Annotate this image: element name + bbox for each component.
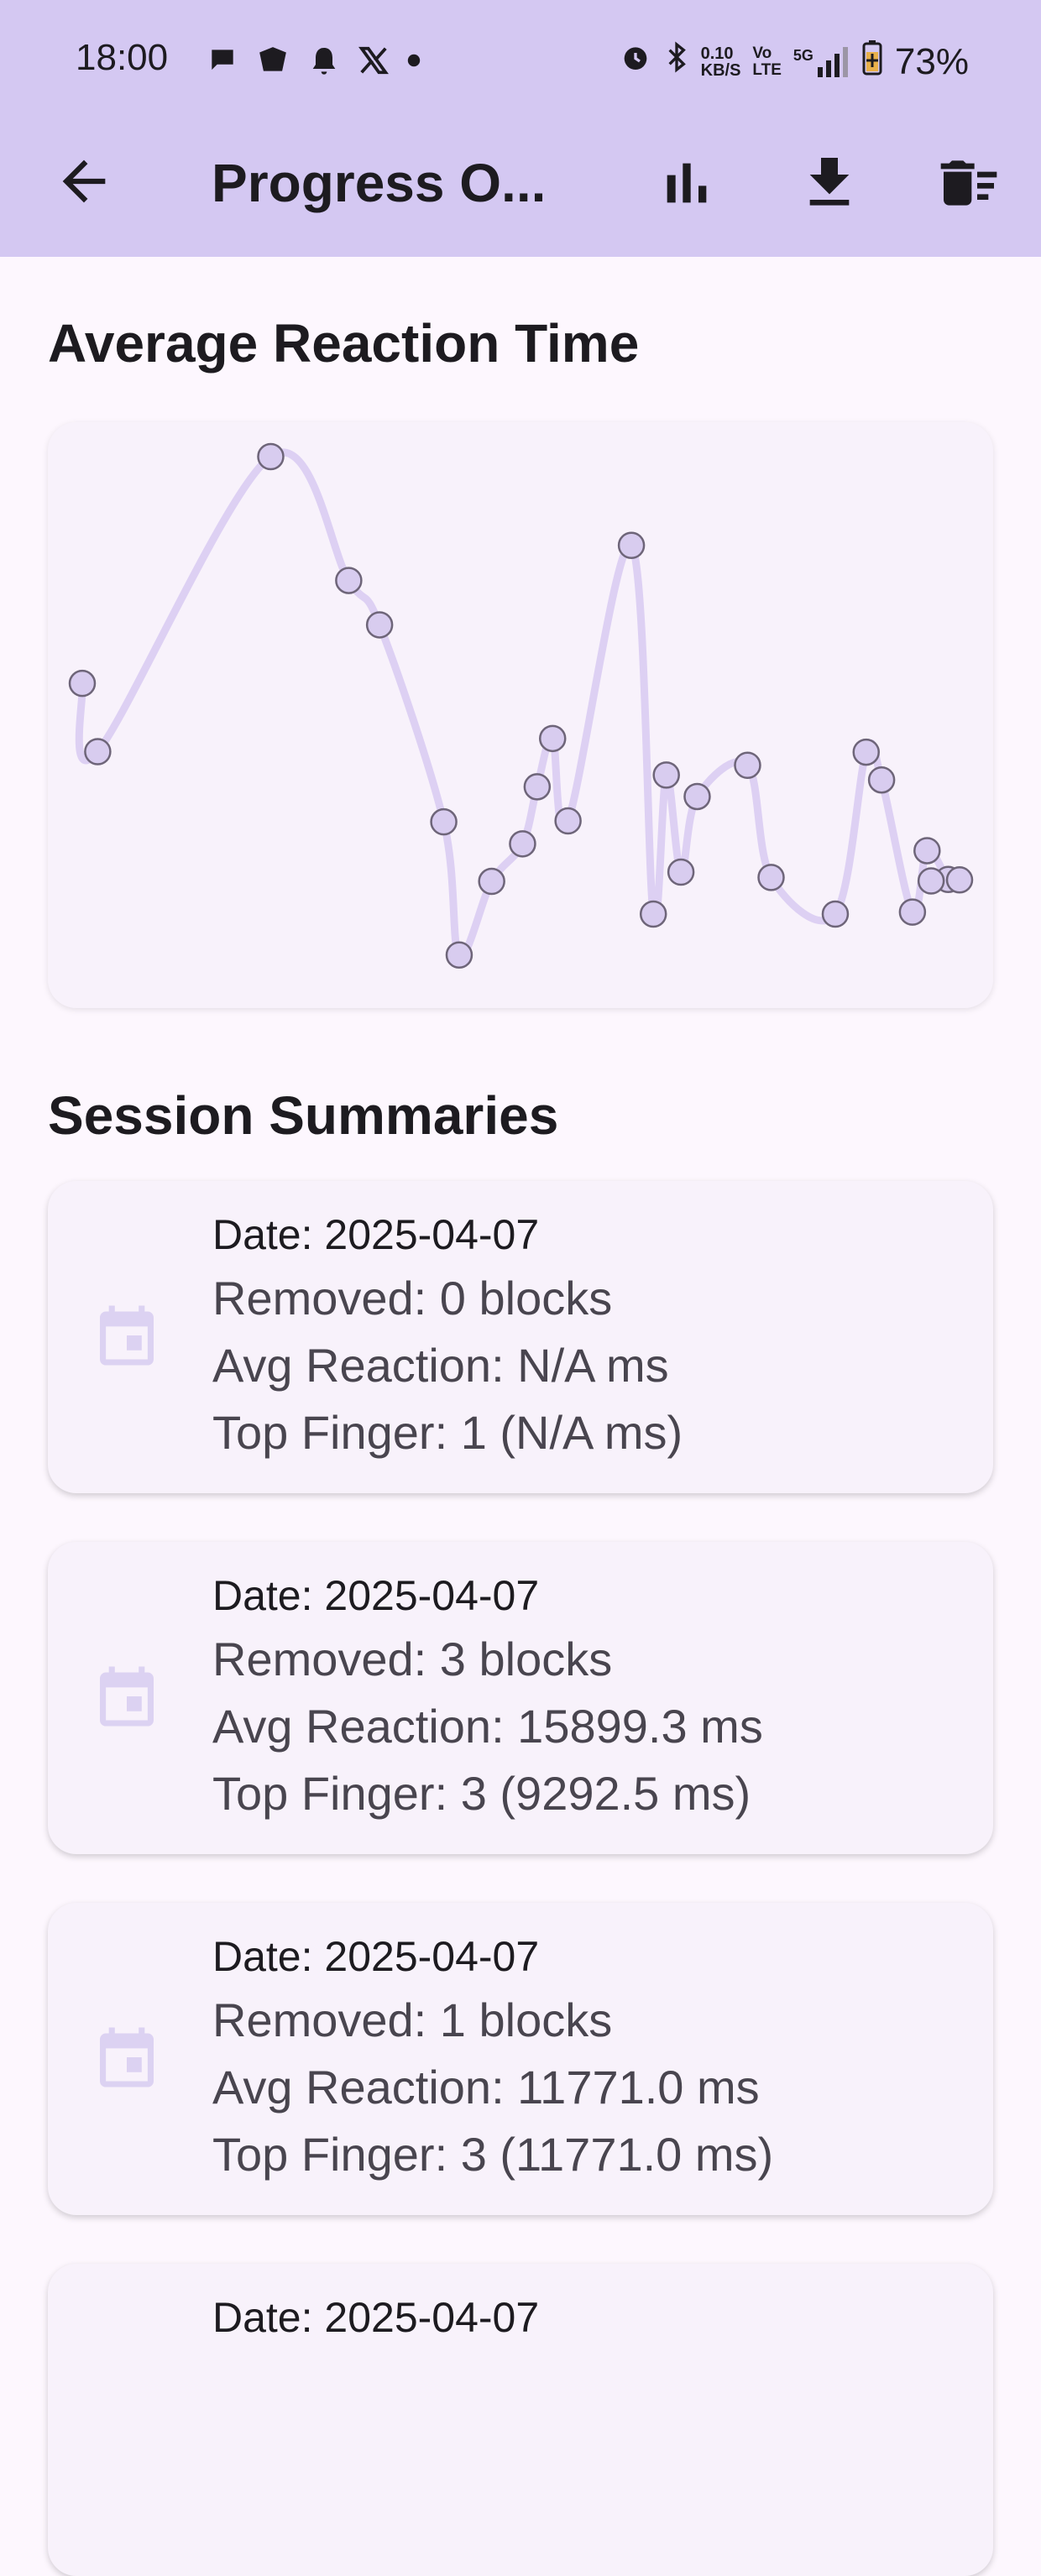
calendar-icon xyxy=(100,1666,154,1727)
session-details: Date: 2025-04-07 Removed: 1 blocks Avg R… xyxy=(212,1926,773,2188)
session-avg-reaction: Avg Reaction: 15899.3 ms xyxy=(212,1700,763,1753)
data-point xyxy=(913,837,941,865)
dot-icon xyxy=(406,53,421,72)
bluetooth-icon xyxy=(664,40,689,83)
data-point xyxy=(639,900,667,928)
data-point xyxy=(683,782,711,811)
data-point xyxy=(538,724,567,753)
series-line xyxy=(75,448,965,960)
data-point xyxy=(523,773,552,801)
sessions-section-title: Session Summaries xyxy=(48,1085,559,1146)
top-app-bar-container: 18:00 0.10 KB/S Vo LTE 5G 73% Progress O… xyxy=(0,0,1041,257)
session-date: Date: 2025-04-07 xyxy=(212,1211,540,1258)
data-point xyxy=(335,567,363,594)
session-card[interactable]: Date: 2025-04-07 xyxy=(48,2264,993,2576)
signal-icon: 5G xyxy=(793,46,850,77)
data-point xyxy=(365,611,394,639)
bell-icon xyxy=(307,44,341,81)
session-date: Date: 2025-04-07 xyxy=(212,1933,540,1980)
data-point xyxy=(757,864,785,891)
data-point xyxy=(652,761,680,789)
page-title: Progress O... xyxy=(212,153,547,213)
net-speed-unit: KB/S xyxy=(700,60,741,80)
session-date: Date: 2025-04-07 xyxy=(212,2294,540,2341)
session-removed: Removed: 0 blocks xyxy=(212,1272,613,1325)
calendar-icon xyxy=(100,1305,154,1366)
net-speed: 0.10 KB/S xyxy=(701,45,741,79)
session-date: Date: 2025-04-07 xyxy=(212,1572,540,1619)
x-logo-icon xyxy=(358,44,390,81)
calendar-icon xyxy=(100,2027,154,2087)
data-point xyxy=(821,900,850,928)
data-point xyxy=(554,807,582,835)
download-icon[interactable] xyxy=(796,149,863,217)
volte-bottom: LTE xyxy=(752,60,782,79)
data-point xyxy=(68,669,97,698)
session-card[interactable]: Date: 2025-04-07 Removed: 0 blocks Avg R… xyxy=(48,1181,993,1493)
delete-sweep-icon[interactable] xyxy=(935,149,1002,217)
data-point xyxy=(917,867,945,895)
bar-chart-icon[interactable] xyxy=(653,149,720,217)
battery-icon xyxy=(861,39,883,85)
data-point xyxy=(445,941,473,969)
data-point xyxy=(898,898,927,926)
app-bar: Progress O... xyxy=(0,126,1041,257)
chart-section-title: Average Reaction Time xyxy=(48,313,640,374)
status-right: 0.10 KB/S Vo LTE 5G 73% xyxy=(619,39,969,85)
data-point xyxy=(617,531,646,559)
reaction-time-chart-card xyxy=(48,422,993,1008)
session-details: Date: 2025-04-07 Removed: 3 blocks Avg R… xyxy=(212,1565,763,1827)
net-speed-value: 0.10 xyxy=(700,44,734,63)
reaction-time-chart xyxy=(68,442,974,969)
data-point xyxy=(667,858,695,886)
status-time: 18:00 xyxy=(76,37,169,78)
session-removed: Removed: 1 blocks xyxy=(212,1993,613,2046)
back-arrow-icon[interactable] xyxy=(52,149,116,213)
app-icon xyxy=(255,44,290,81)
volte-indicator: Vo LTE xyxy=(752,44,782,79)
data-point xyxy=(867,765,896,794)
session-removed: Removed: 3 blocks xyxy=(212,1633,613,1685)
session-top-finger: Top Finger: 3 (11771.0 ms) xyxy=(212,2128,774,2181)
chat-bubble-icon xyxy=(207,44,238,81)
data-point xyxy=(945,866,974,894)
data-point xyxy=(84,738,112,765)
status-bar: 18:00 0.10 KB/S Vo LTE 5G 73% xyxy=(0,0,1041,126)
data-point xyxy=(734,751,761,780)
data-point xyxy=(430,807,458,836)
session-avg-reaction: Avg Reaction: 11771.0 ms xyxy=(212,2061,760,2114)
battery-percent: 73% xyxy=(894,40,969,82)
session-card[interactable]: Date: 2025-04-07 Removed: 3 blocks Avg R… xyxy=(48,1542,993,1854)
data-point xyxy=(478,867,505,896)
session-details: Date: 2025-04-07 xyxy=(212,2287,539,2348)
notification-icons xyxy=(207,44,421,81)
data-point xyxy=(509,830,536,858)
data-point xyxy=(852,738,880,766)
session-card[interactable]: Date: 2025-04-07 Removed: 1 blocks Avg R… xyxy=(48,1903,993,2215)
session-top-finger: Top Finger: 3 (9292.5 ms) xyxy=(212,1767,751,1820)
alarm-icon xyxy=(619,40,652,83)
session-avg-reaction: Avg Reaction: N/A ms xyxy=(212,1339,669,1392)
data-point xyxy=(257,442,285,471)
volte-top: Vo xyxy=(752,44,772,62)
network-type: 5G xyxy=(793,46,813,64)
session-details: Date: 2025-04-07 Removed: 0 blocks Avg R… xyxy=(212,1204,683,1466)
session-top-finger: Top Finger: 1 (N/A ms) xyxy=(212,1406,683,1459)
